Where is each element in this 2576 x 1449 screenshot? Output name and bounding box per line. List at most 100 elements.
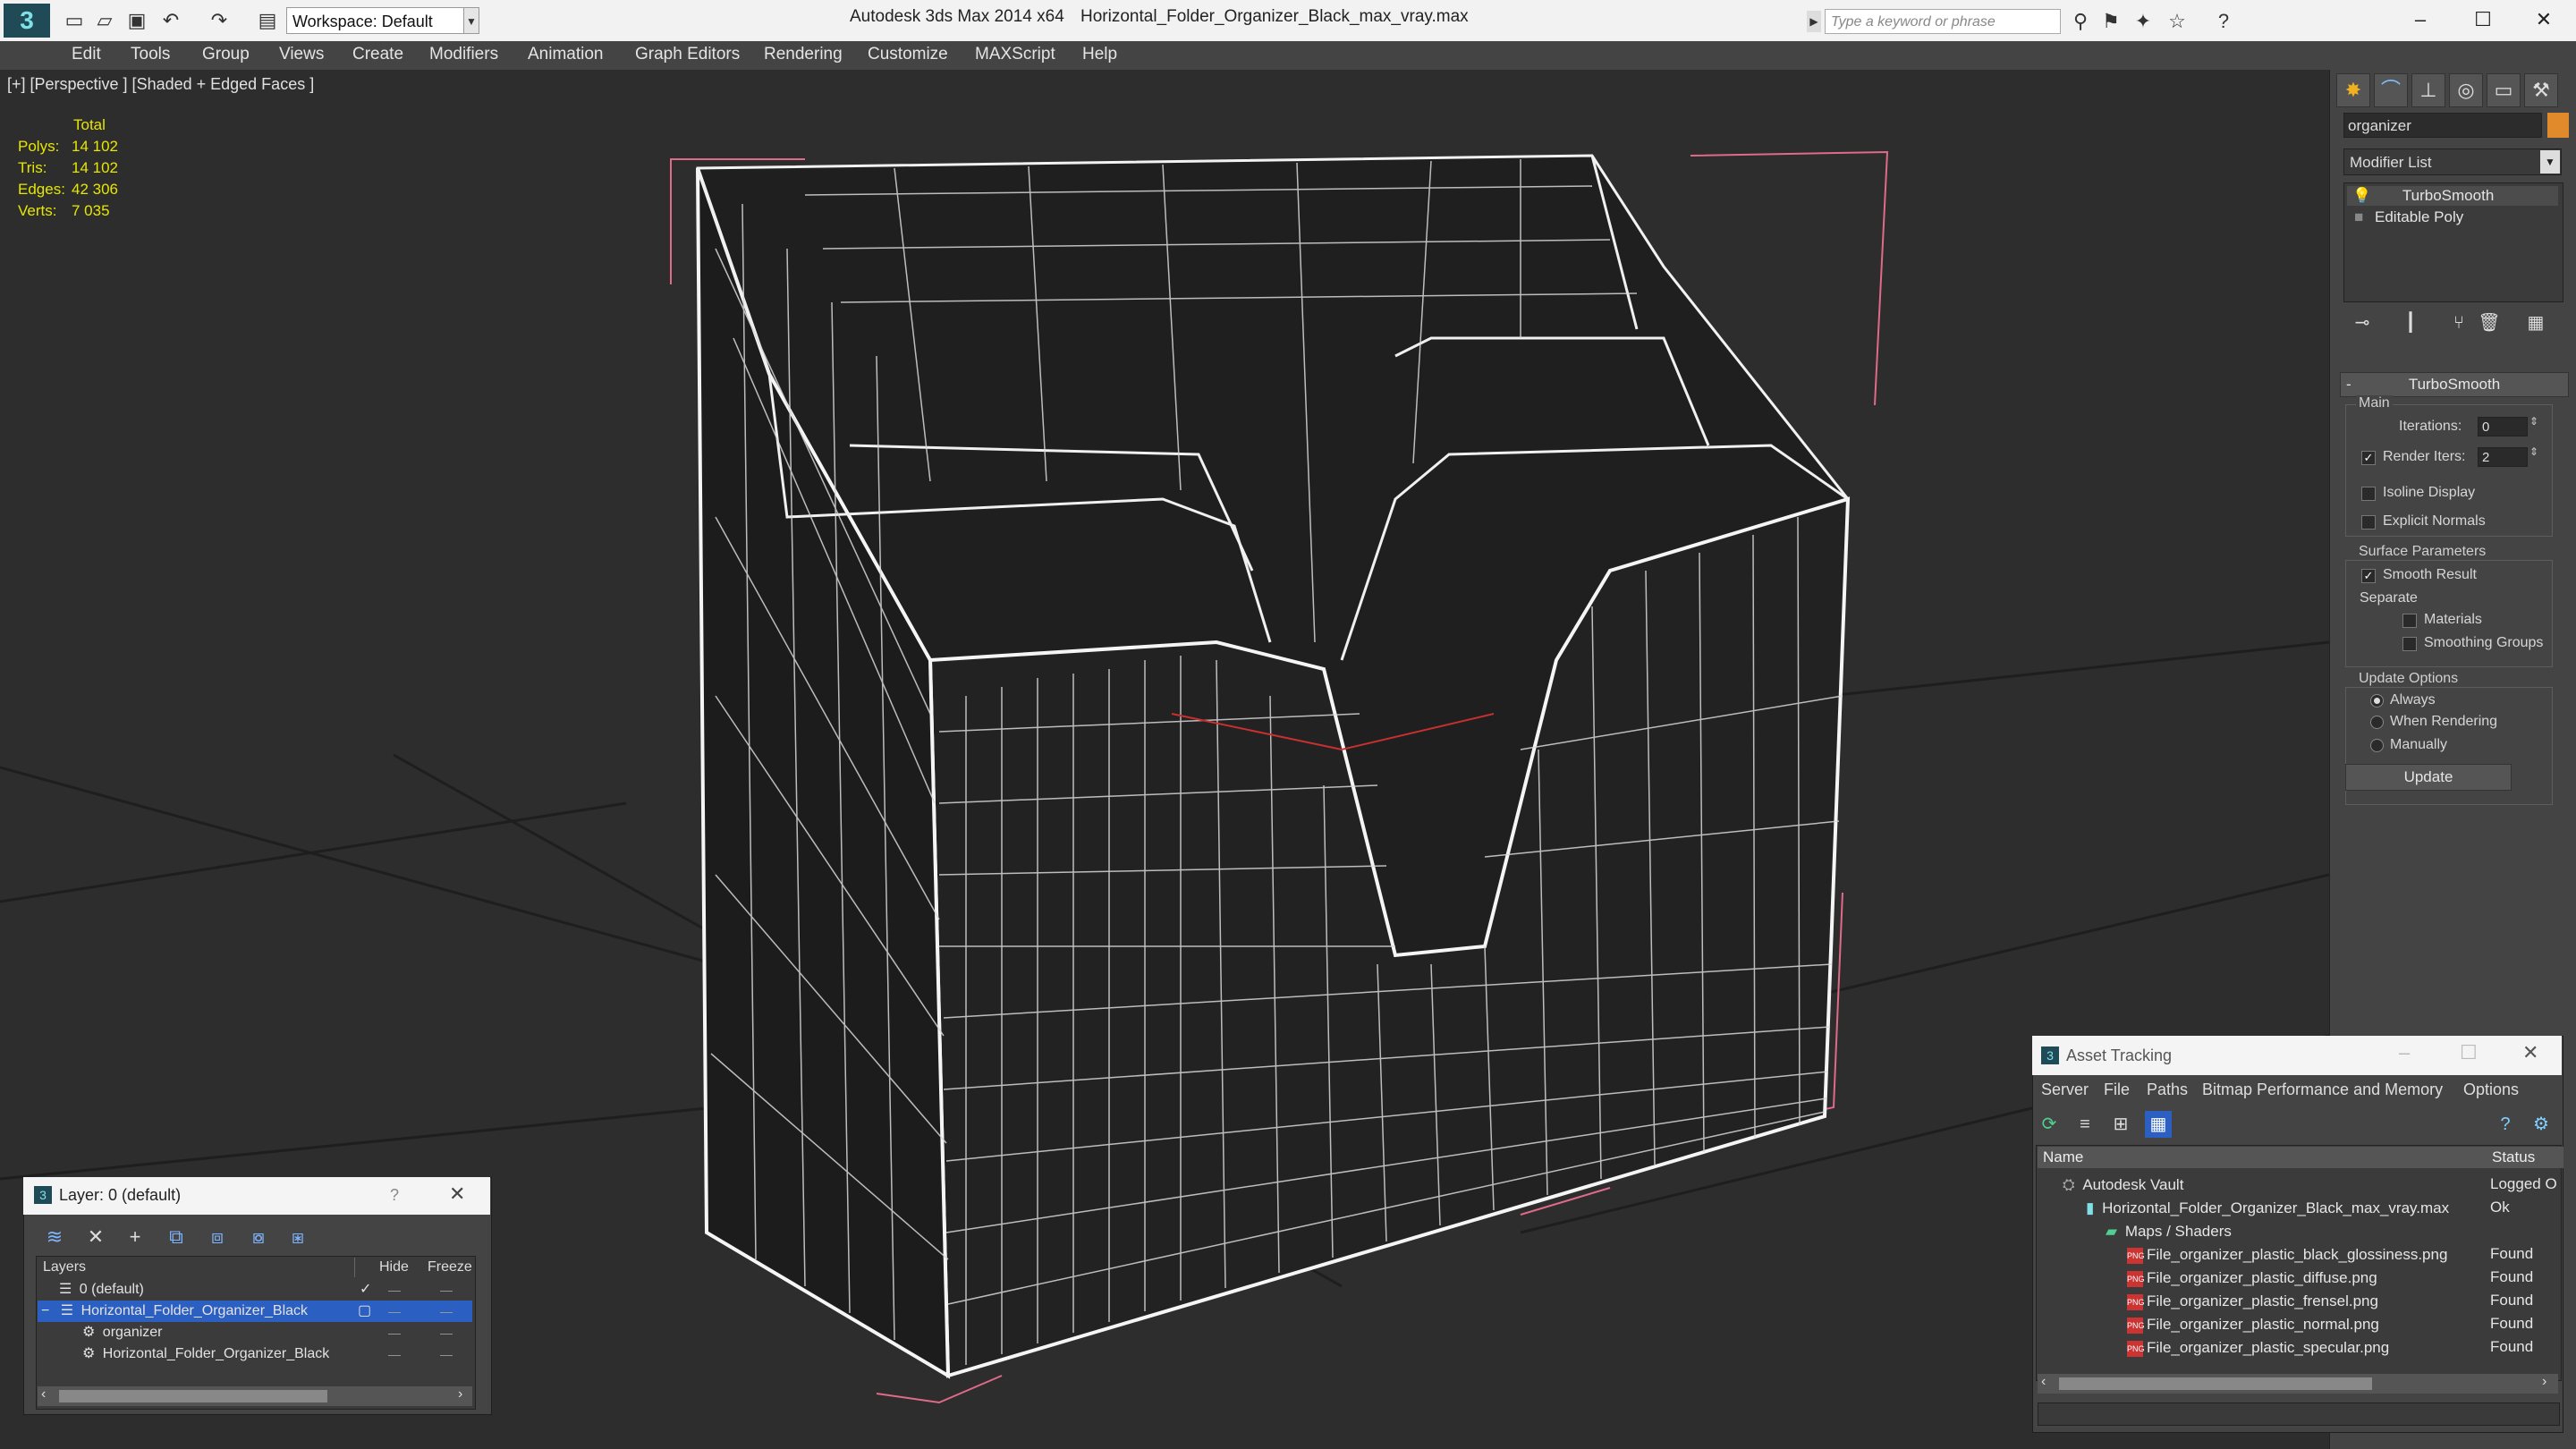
close-button[interactable]: ✕: [2522, 1041, 2538, 1064]
menu-group[interactable]: Group: [202, 45, 250, 64]
hide-toggle[interactable]: —: [388, 1322, 401, 1343]
layer-row-object[interactable]: ⚙ Horizontal_Folder_Organizer_Black — —: [38, 1343, 472, 1365]
save-icon[interactable]: ▣: [125, 9, 148, 32]
menu-modifiers[interactable]: Modifiers: [429, 45, 498, 64]
freeze-toggle[interactable]: —: [440, 1322, 453, 1343]
asset-row-texture[interactable]: PNG File_organizer_plastic_specular.png: [2038, 1336, 2558, 1360]
render-iters-checkbox[interactable]: ✓: [2361, 451, 2376, 465]
workspace-dropdown[interactable]: Workspace: Default: [286, 7, 465, 34]
menu-maxscript[interactable]: MAXScript: [975, 45, 1055, 64]
asset-menu-bitmap[interactable]: Bitmap Performance and Memory: [2202, 1080, 2443, 1099]
make-unique-icon[interactable]: ⑂: [2445, 309, 2472, 336]
close-button[interactable]: ✕: [2517, 4, 2571, 36]
display-tab-icon[interactable]: ▭: [2487, 73, 2521, 107]
maximize-button[interactable]: ☐: [2456, 4, 2510, 36]
modifier-list-dropdown[interactable]: Modifier List: [2343, 148, 2562, 175]
configure-sets-icon[interactable]: ▦: [2522, 309, 2549, 336]
hide-toggle[interactable]: —: [388, 1343, 401, 1365]
column-header-hide[interactable]: Hide: [379, 1258, 409, 1277]
remove-modifier-icon[interactable]: 🗑: [2476, 309, 2503, 336]
isoline-display-checkbox[interactable]: [2361, 487, 2376, 501]
hide-toggle[interactable]: —: [388, 1279, 401, 1301]
asset-row-texture[interactable]: PNG File_organizer_plastic_diffuse.png: [2038, 1267, 2558, 1290]
show-end-result-icon[interactable]: ┃: [2397, 309, 2424, 336]
menu-graph-editors[interactable]: Graph Editors: [635, 45, 740, 64]
smooth-result-checkbox[interactable]: ✓: [2361, 569, 2376, 583]
active-check-icon[interactable]: ✓: [360, 1279, 371, 1301]
table-view-icon[interactable]: ▦: [2145, 1111, 2172, 1138]
render-iters-spinner[interactable]: 2: [2478, 447, 2528, 467]
asset-row-texture[interactable]: PNG File_organizer_plastic_frensel.png: [2038, 1290, 2558, 1313]
current-layer-box-icon[interactable]: ▢: [358, 1301, 371, 1322]
scrollbar-thumb[interactable]: [2059, 1377, 2372, 1390]
spinner-arrows-icon[interactable]: ⇕: [2529, 445, 2538, 458]
scroll-left-icon[interactable]: ‹: [41, 1386, 46, 1402]
tree-view-icon[interactable]: ⊞: [2107, 1111, 2134, 1138]
layer-row-default[interactable]: ☰ 0 (default) ✓ — —: [38, 1279, 472, 1301]
when-rendering-radio[interactable]: [2370, 716, 2384, 729]
highlight-selected-icon[interactable]: ⧈: [204, 1224, 231, 1250]
asset-row-texture[interactable]: PNG File_organizer_plastic_normal.png: [2038, 1313, 2558, 1336]
help-icon[interactable]: ?: [2211, 9, 2236, 34]
minimize-button[interactable]: –: [2394, 4, 2447, 36]
asset-row-texture[interactable]: PNG File_organizer_plastic_black_glossine…: [2038, 1243, 2558, 1267]
hide-all-icon[interactable]: ⧇: [245, 1224, 272, 1250]
minimize-button[interactable]: –: [2399, 1041, 2410, 1064]
hide-toggle[interactable]: —: [388, 1301, 401, 1322]
object-name-input[interactable]: organizer: [2343, 113, 2542, 138]
favorites-star-icon[interactable]: ☆: [2165, 9, 2190, 34]
asset-menu-paths[interactable]: Paths: [2147, 1080, 2188, 1099]
scrollbar-thumb[interactable]: [59, 1390, 327, 1402]
menu-rendering[interactable]: Rendering: [764, 45, 843, 64]
chevron-down-icon[interactable]: ▼: [463, 7, 479, 34]
create-tab-icon[interactable]: ✸: [2336, 73, 2370, 107]
help-icon[interactable]: ?: [2492, 1111, 2519, 1138]
lightbulb-icon[interactable]: 💡: [2352, 187, 2371, 204]
utilities-tab-icon[interactable]: ⚒: [2524, 73, 2558, 107]
materials-checkbox[interactable]: [2402, 614, 2417, 628]
communication-center-icon[interactable]: ⚑: [2098, 9, 2123, 34]
select-objects-icon[interactable]: ⧉: [163, 1224, 190, 1250]
chevron-down-icon[interactable]: ▼: [2540, 150, 2560, 174]
column-header-status[interactable]: Status: [2487, 1147, 2563, 1168]
menu-create[interactable]: Create: [352, 45, 403, 64]
pin-stack-icon[interactable]: ⊸: [2349, 309, 2376, 336]
refresh-icon[interactable]: ⟳: [2036, 1111, 2063, 1138]
freeze-all-icon[interactable]: ⧆: [284, 1224, 311, 1250]
menu-tools[interactable]: Tools: [131, 45, 170, 64]
manually-radio[interactable]: [2370, 739, 2384, 752]
menu-customize[interactable]: Customize: [868, 45, 948, 64]
project-folder-icon[interactable]: ▤: [256, 9, 279, 32]
asset-row-maps-shaders[interactable]: ▰ Maps / Shaders: [2038, 1220, 2558, 1243]
asset-row-vault[interactable]: ⛭ Autodesk Vault: [2038, 1174, 2558, 1197]
menu-animation[interactable]: Animation: [528, 45, 604, 64]
update-button[interactable]: Update: [2345, 764, 2512, 791]
expand-plus-icon[interactable]: ■: [2354, 208, 2363, 225]
menu-help[interactable]: Help: [1082, 45, 1117, 64]
smoothing-groups-checkbox[interactable]: [2402, 637, 2417, 651]
asset-menu-options[interactable]: Options: [2463, 1080, 2519, 1099]
freeze-toggle[interactable]: —: [440, 1301, 453, 1322]
explicit-normals-checkbox[interactable]: [2361, 515, 2376, 530]
close-button[interactable]: ✕: [449, 1182, 465, 1206]
open-file-icon[interactable]: ▱: [93, 9, 116, 32]
layer-row-horizontal-folder[interactable]: − ☰ Horizontal_Folder_Organizer_Black ▢ …: [38, 1301, 472, 1322]
maximize-button[interactable]: ☐: [2460, 1041, 2478, 1064]
help-button[interactable]: ?: [390, 1186, 399, 1205]
viewport-label[interactable]: [+] [Perspective ] [Shaded + Edged Faces…: [7, 75, 314, 94]
iterations-spinner[interactable]: 0: [2478, 417, 2528, 436]
freeze-toggle[interactable]: —: [440, 1279, 453, 1301]
asset-path-field[interactable]: [2038, 1402, 2560, 1426]
stack-item-editable-poly[interactable]: ■ Editable Poly: [2347, 208, 2558, 227]
freeze-toggle[interactable]: —: [440, 1343, 453, 1365]
column-header-name[interactable]: Name: [2038, 1147, 2487, 1168]
undo-icon[interactable]: ↶: [159, 9, 182, 32]
redo-icon[interactable]: ↷: [208, 9, 231, 32]
asset-row-max-file[interactable]: ▮ Horizontal_Folder_Organizer_Black_max_…: [2038, 1197, 2558, 1220]
always-radio[interactable]: [2370, 694, 2384, 708]
asset-menu-server[interactable]: Server: [2041, 1080, 2089, 1099]
motion-tab-icon[interactable]: ◎: [2449, 73, 2483, 107]
column-header-layers[interactable]: Layers: [38, 1258, 355, 1277]
column-header-freeze[interactable]: Freeze: [428, 1258, 472, 1277]
app-logo-icon[interactable]: 3: [4, 4, 50, 38]
